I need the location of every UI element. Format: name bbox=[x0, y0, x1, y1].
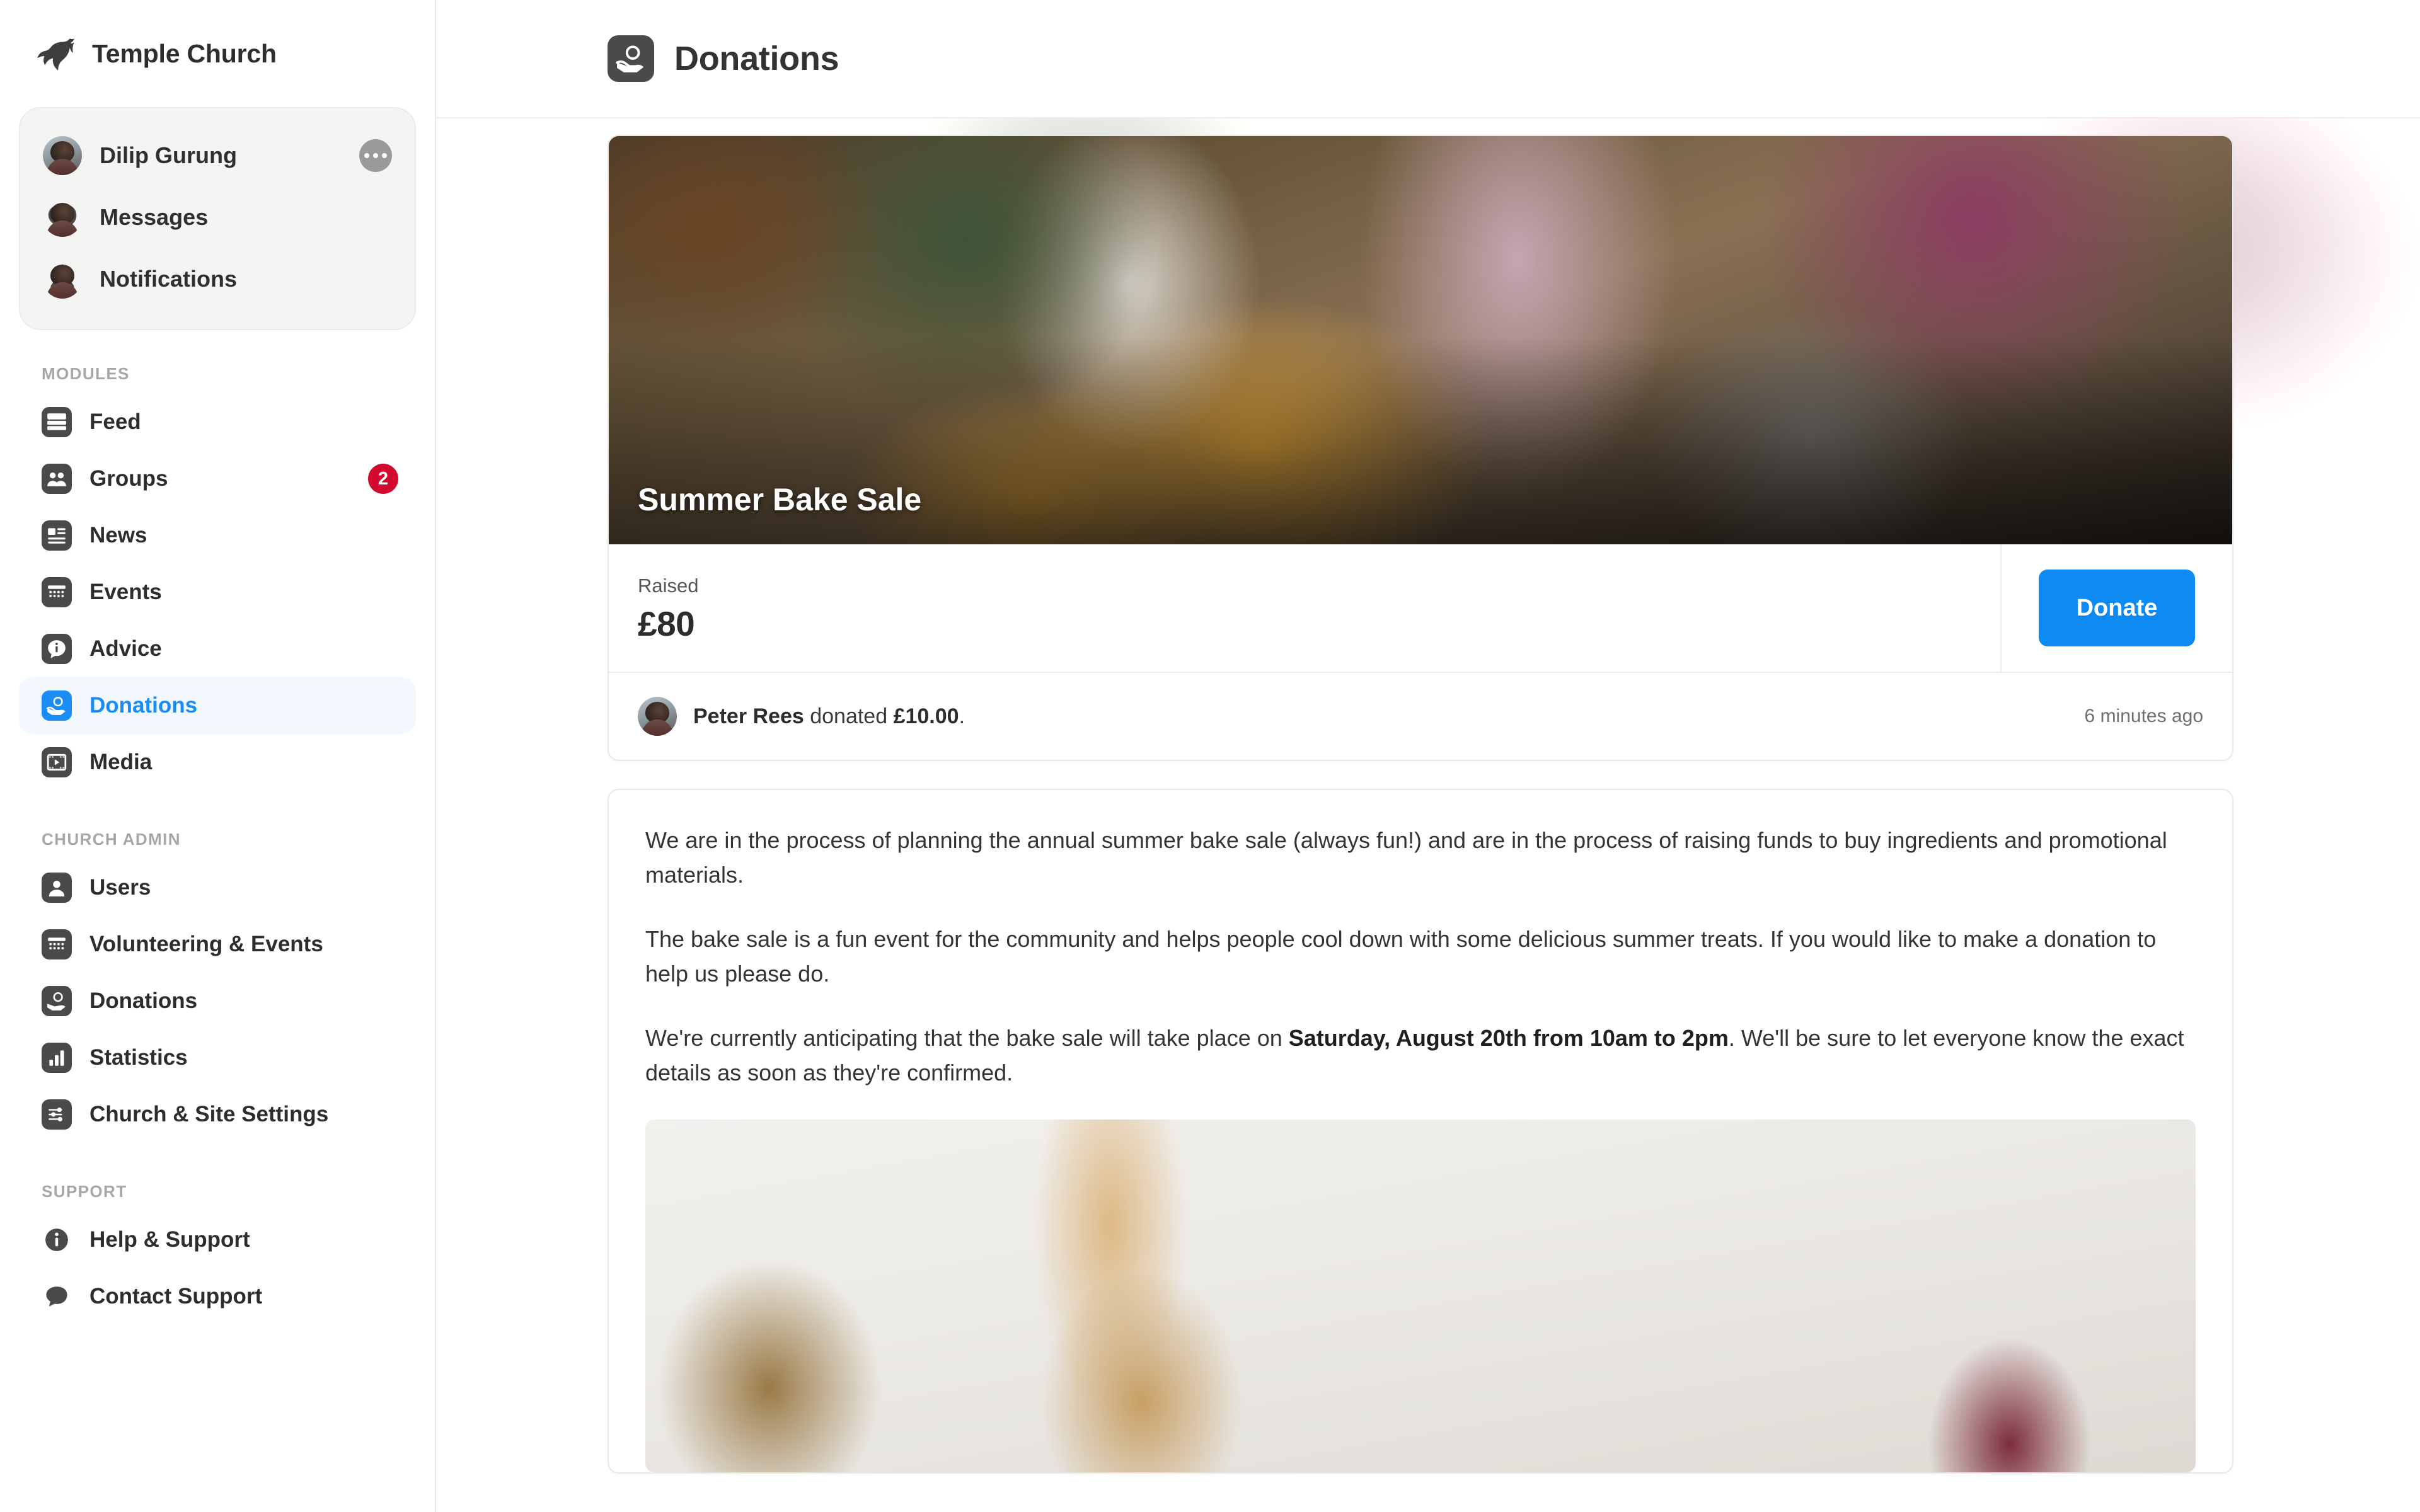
notifications-label: Notifications bbox=[100, 266, 238, 292]
bell-icon bbox=[43, 260, 82, 299]
raised-label: Raised bbox=[638, 575, 699, 597]
sidebar-item-label: Help & Support bbox=[89, 1227, 250, 1252]
sliders-icon bbox=[42, 1099, 72, 1130]
raised-amount: £80 bbox=[638, 604, 695, 643]
sidebar-item-label: Contact Support bbox=[89, 1284, 263, 1309]
donations-icon bbox=[42, 690, 72, 721]
content-scroll-area[interactable]: Summer Bake Sale Raised £80 Donate Peter… bbox=[436, 118, 2420, 1512]
campaign-title: Summer Bake Sale bbox=[638, 482, 922, 517]
info-circle-icon bbox=[42, 1225, 72, 1255]
groups-badge: 2 bbox=[368, 464, 398, 494]
section-title-modules: MODULES bbox=[42, 364, 130, 383]
sidebar-item-media[interactable]: Media bbox=[19, 734, 416, 791]
bar-chart-icon bbox=[42, 1043, 72, 1073]
sidebar: Temple Church Dilip Gurung Messages Noti… bbox=[0, 0, 436, 1512]
groups-icon bbox=[42, 464, 72, 494]
p3-bold-date: Saturday, August 20th from 10am to 2pm bbox=[1288, 1024, 1729, 1051]
account-card: Dilip Gurung Messages Notifications bbox=[19, 107, 416, 330]
chat-bubble-icon bbox=[42, 1281, 72, 1312]
section-title-church-admin: CHURCH ADMIN bbox=[42, 830, 181, 849]
account-user-name: Dilip Gurung bbox=[100, 142, 237, 168]
donation-timestamp: 6 minutes ago bbox=[2084, 706, 2203, 726]
user-icon bbox=[42, 873, 72, 903]
raised-info: Raised £80 bbox=[609, 544, 2000, 672]
info-bubble-icon bbox=[42, 634, 72, 664]
sidebar-item-label: Users bbox=[89, 875, 151, 900]
donation-period: . bbox=[959, 704, 965, 728]
latest-donation-row: Peter Rees donated £10.00. 6 minutes ago bbox=[609, 673, 2232, 760]
sidebar-section-support: SUPPORT Help & Support Contact Support bbox=[19, 1182, 416, 1325]
account-notifications-row[interactable]: Notifications bbox=[20, 248, 415, 310]
brand-name: Temple Church bbox=[92, 38, 277, 68]
sidebar-item-label: Events bbox=[89, 580, 162, 604]
campaign-description-card: We are in the process of planning the an… bbox=[608, 789, 2233, 1474]
sidebar-item-volunteering-events[interactable]: Volunteering & Events bbox=[19, 916, 416, 973]
donations-icon bbox=[42, 986, 72, 1016]
sidebar-item-label: Groups bbox=[89, 466, 168, 491]
content-column: Summer Bake Sale Raised £80 Donate Peter… bbox=[608, 135, 2233, 1474]
sidebar-item-label: Feed bbox=[89, 410, 141, 434]
donate-button[interactable]: Donate bbox=[2038, 570, 2196, 646]
sidebar-item-events[interactable]: Events bbox=[19, 564, 416, 621]
news-icon bbox=[42, 520, 72, 551]
donation-amount: £10.00 bbox=[893, 704, 959, 728]
feed-icon bbox=[42, 407, 72, 437]
donation-text: Peter Rees donated £10.00. bbox=[693, 704, 965, 729]
sidebar-item-label: Donations bbox=[89, 988, 198, 1013]
sidebar-item-label: Church & Site Settings bbox=[89, 1102, 329, 1126]
sidebar-item-label: Media bbox=[89, 750, 153, 774]
media-icon bbox=[42, 747, 72, 777]
sidebar-item-statistics[interactable]: Statistics bbox=[19, 1029, 416, 1086]
description-paragraph-1: We are in the process of planning the an… bbox=[645, 827, 2167, 888]
brand[interactable]: Temple Church bbox=[19, 0, 416, 107]
donation-action: donated bbox=[804, 704, 894, 728]
sidebar-item-groups[interactable]: Groups 2 bbox=[19, 450, 416, 507]
description-paragraph-3: We're currently anticipating that the ba… bbox=[645, 1021, 2196, 1091]
sidebar-item-label: Donations bbox=[89, 693, 198, 718]
account-messages-row[interactable]: Messages bbox=[20, 186, 415, 248]
sidebar-item-church-site-settings[interactable]: Church & Site Settings bbox=[19, 1086, 416, 1143]
section-title-support: SUPPORT bbox=[42, 1182, 127, 1201]
page-title: Donations bbox=[674, 40, 839, 77]
content-canvas: Summer Bake Sale Raised £80 Donate Peter… bbox=[436, 118, 2420, 1512]
raised-bar: Raised £80 Donate bbox=[609, 544, 2232, 673]
sidebar-item-users[interactable]: Users bbox=[19, 859, 416, 916]
sidebar-item-donations-admin[interactable]: Donations bbox=[19, 973, 416, 1029]
more-dots-icon[interactable] bbox=[359, 139, 392, 172]
chat-bubble-icon bbox=[43, 198, 82, 237]
sidebar-item-donations[interactable]: Donations bbox=[19, 677, 416, 734]
messages-label: Messages bbox=[100, 204, 209, 230]
avatar bbox=[638, 697, 677, 736]
donations-icon bbox=[608, 35, 654, 82]
sidebar-item-label: Advice bbox=[89, 636, 162, 661]
sidebar-item-contact-support[interactable]: Contact Support bbox=[19, 1268, 416, 1325]
app-root: Temple Church Dilip Gurung Messages Noti… bbox=[0, 0, 2420, 1512]
sidebar-item-label: News bbox=[89, 523, 147, 547]
dove-icon bbox=[34, 33, 76, 74]
description-paragraph-2: The bake sale is a fun event for the com… bbox=[645, 925, 2157, 987]
sidebar-section-church-admin: CHURCH ADMIN Users Volunteering & Events bbox=[19, 830, 416, 1143]
page-header: Donations bbox=[436, 0, 2420, 118]
sidebar-item-advice[interactable]: Advice bbox=[19, 621, 416, 677]
sidebar-item-news[interactable]: News bbox=[19, 507, 416, 564]
sidebar-section-modules: MODULES Feed Groups 2 News Events Advice… bbox=[19, 364, 416, 791]
sidebar-item-help-support[interactable]: Help & Support bbox=[19, 1211, 416, 1268]
donate-cell: Donate bbox=[2000, 544, 2232, 672]
calendar-icon bbox=[42, 929, 72, 959]
calendar-icon bbox=[42, 577, 72, 607]
p3-before: We're currently anticipating that the ba… bbox=[645, 1024, 1289, 1051]
avatar bbox=[43, 136, 82, 175]
description-photo bbox=[645, 1119, 2196, 1472]
account-user-row[interactable]: Dilip Gurung bbox=[20, 125, 415, 186]
sidebar-item-feed[interactable]: Feed bbox=[19, 394, 416, 450]
main-content: Donations Summer Bake Sale Raised £80 Do… bbox=[436, 0, 2420, 1512]
sidebar-item-label: Volunteering & Events bbox=[89, 932, 323, 956]
sidebar-item-label: Statistics bbox=[89, 1045, 188, 1070]
campaign-card: Summer Bake Sale Raised £80 Donate Peter… bbox=[608, 135, 2233, 761]
donor-name: Peter Rees bbox=[693, 704, 804, 728]
campaign-hero-image: Summer Bake Sale bbox=[609, 136, 2232, 544]
